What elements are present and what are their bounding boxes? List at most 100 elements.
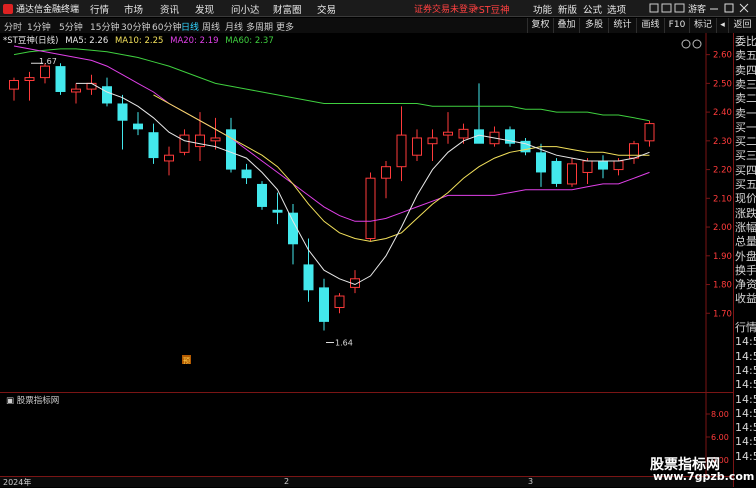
menu-item-function[interactable]: 功能 <box>533 2 552 16</box>
candle-body <box>24 77 35 81</box>
menu-bar: 通达信金融终端 行情 市场 资讯 发现 问小达 财富圈 交易 证券交易未登录 *… <box>0 0 756 17</box>
quote-panel-label: 买三 <box>735 149 756 163</box>
period-tab-5min[interactable]: 5分钟 <box>59 20 83 33</box>
quote-panel-label: 卖一 <box>735 106 756 120</box>
current-stock-tab[interactable]: *ST豆神 <box>474 2 510 16</box>
window-controls: 游客 <box>649 3 749 15</box>
candle-body <box>536 152 546 173</box>
date-month-2: 2 <box>284 477 290 486</box>
candle-body <box>71 88 81 93</box>
ma5-value: MA5: 2.26 <box>65 36 109 46</box>
candle-body <box>102 86 112 104</box>
quote-panel-label: 14:55 <box>735 363 756 377</box>
back-button[interactable]: 返回 <box>728 18 756 33</box>
quote-panel-label: 14:54 <box>735 335 756 349</box>
y-tick-label: 2.30 <box>713 137 732 147</box>
quote-panel-label: 买一 <box>735 120 756 134</box>
candle-body <box>598 160 608 170</box>
f10-button[interactable]: F10 <box>664 18 689 33</box>
draw-button[interactable]: 画线 <box>636 18 664 33</box>
menu-item-formula[interactable]: 公式 <box>583 2 602 16</box>
quote-panel-label: 卖五 <box>735 49 756 63</box>
indicator-menu-icon[interactable]: ▣ <box>6 396 17 406</box>
quote-panel-label: 买五 <box>735 178 756 191</box>
quote-panel-label: 现价 <box>735 192 756 206</box>
quote-panel-label: 14:55 <box>735 378 756 392</box>
menu-item-assistant[interactable]: 问小达 <box>231 2 260 16</box>
menu-item-discover[interactable]: 发现 <box>195 2 214 16</box>
watermark-url: www.7gpzb.com <box>653 470 755 483</box>
ma20-line <box>13 45 650 222</box>
skin-icon[interactable] <box>661 3 672 13</box>
period-tab-1min[interactable]: 1分钟 <box>27 20 51 33</box>
menu-item-options[interactable]: 选项 <box>607 2 626 16</box>
ma10-value: MA10: 2.25 <box>114 36 164 46</box>
menu-item-trade[interactable]: 交易 <box>317 2 336 16</box>
maximize-icon[interactable] <box>724 3 734 13</box>
indicator-name[interactable]: 股票指标网 <box>17 396 60 406</box>
guest-label[interactable]: 游客 <box>688 3 706 15</box>
candle-body <box>133 123 143 130</box>
menu-item-quotes[interactable]: 行情 <box>90 2 109 16</box>
tile-icon[interactable] <box>674 3 685 13</box>
quote-panel-label: 换手 <box>735 263 756 277</box>
candle-body <box>365 177 376 240</box>
menu-item-market[interactable]: 市场 <box>124 2 143 16</box>
quote-panel-label: 14:55 <box>735 435 756 449</box>
period-tab-60min[interactable]: 60分钟 <box>152 20 181 33</box>
high-marker-label: 1.67 <box>39 57 57 66</box>
quote-panel-label: 涨幅 <box>735 220 756 234</box>
candle-body <box>40 65 50 79</box>
candle-body <box>226 129 236 170</box>
period-tab-daily[interactable]: 日线 <box>181 20 199 33</box>
period-tab-30min[interactable]: 30分钟 <box>121 20 150 33</box>
low-marker-label: 1.64 <box>335 339 353 348</box>
mark-button[interactable]: 标记 <box>689 18 716 33</box>
candle-body <box>412 137 422 156</box>
candle-body <box>179 134 190 153</box>
kline-chart[interactable]: 2.60 2.50 2.40 2.30 2.20 2.10 2.00 1.90 1.80 1.70… <box>0 33 733 476</box>
close-icon[interactable] <box>739 3 749 13</box>
period-tab-intraday[interactable]: 分时 <box>4 20 22 33</box>
quote-panel-label: 买四 <box>735 163 756 177</box>
candle-body <box>86 82 97 90</box>
candle-body <box>164 154 174 162</box>
expand-icon[interactable]: ◂ <box>716 18 728 33</box>
ma60-value: MA60: 2.37 <box>225 36 274 46</box>
panel-divider <box>0 392 733 393</box>
y-tick-label: 2.20 <box>713 166 732 176</box>
sub-y-tick-label: 8.00 <box>711 410 729 419</box>
stats-button[interactable]: 统计 <box>608 18 636 33</box>
multi-stock-button[interactable]: 多股 <box>579 18 608 33</box>
period-tab-weekly[interactable]: 周线 <box>202 20 220 33</box>
quote-panel-label: 14:55 <box>735 392 756 406</box>
quote-panel-label: 14:55 <box>735 406 756 420</box>
candle-body <box>9 79 19 90</box>
menu-item-news[interactable]: 资讯 <box>160 2 179 16</box>
zoom-out-icon <box>681 39 691 49</box>
period-tab-monthly[interactable]: 月线 <box>225 20 243 33</box>
quote-panel-label: 委比 <box>735 35 756 48</box>
candle-body <box>644 123 655 142</box>
candle-body <box>257 183 267 207</box>
menu-item-new-version[interactable]: 新版 <box>558 2 577 16</box>
period-tab-more[interactable]: 更多 <box>276 20 294 33</box>
period-tab-multi[interactable]: 多周期 <box>246 20 273 33</box>
pre-marker-label: 预 <box>183 356 190 365</box>
quote-panel-label: 行情 <box>735 321 756 334</box>
ma5-line <box>76 82 650 286</box>
quote-panel-label: 14:54 <box>735 349 756 363</box>
sub-y-tick-label: 6.00 <box>711 433 729 442</box>
quote-panel-label: 外盘 <box>735 249 756 263</box>
quote-panel-label: 收益 <box>735 292 756 306</box>
lock-icon[interactable] <box>649 3 659 13</box>
candle-body <box>117 103 128 121</box>
login-alert[interactable]: 证券交易未登录 <box>414 2 477 15</box>
overlay-button[interactable]: 叠加 <box>553 18 579 33</box>
candle-body <box>551 160 562 184</box>
candle-body <box>334 295 345 309</box>
candle-body <box>210 137 221 142</box>
menu-item-wealth[interactable]: 财富圈 <box>273 2 302 16</box>
adjust-button[interactable]: 复权 <box>527 18 553 33</box>
period-tab-15min[interactable]: 15分钟 <box>90 20 119 33</box>
